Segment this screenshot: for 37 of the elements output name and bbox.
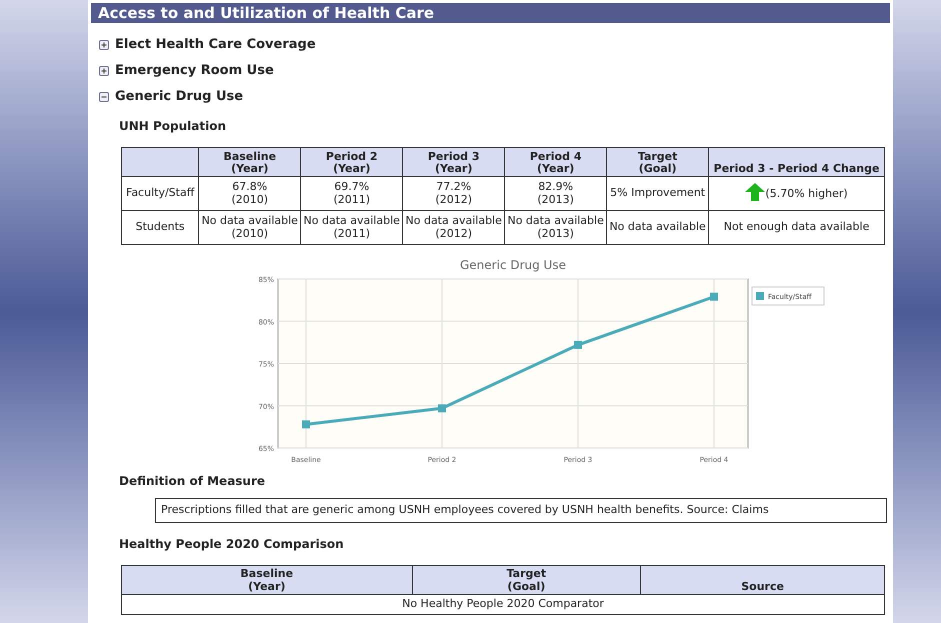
definition-text: Prescriptions filled that are generic among USNH employees covered by USNH health benefits. Source: Claims	[155, 498, 887, 522]
chart-title: Generic Drug Use	[460, 258, 566, 272]
table-cell: No Healthy People 2020 Comparator	[122, 594, 884, 614]
section-header: Access to and Utilization of Health Care	[91, 3, 890, 23]
expand-icon[interactable]	[99, 66, 109, 76]
section-heading: UNH Population	[119, 118, 228, 135]
row-header: Faculty/Staff	[122, 176, 199, 210]
column-header: Period 3 (Year)	[402, 148, 505, 176]
table-cell: 5% Improvement	[606, 176, 709, 210]
collapse-icon[interactable]	[99, 92, 109, 102]
column-header: Baseline (Year)	[198, 148, 301, 176]
column-header: Baseline (Year)	[122, 565, 412, 594]
table-cell: No data available (2010)	[198, 210, 301, 244]
table-cell: (5.70% higher)	[708, 176, 884, 210]
expand-icon[interactable]	[99, 40, 109, 50]
column-header: Period 4 (Year)	[504, 148, 607, 176]
accordion-item[interactable]: Generic Drug Use	[115, 87, 244, 107]
column-header: Target (Goal)	[412, 565, 641, 594]
section-heading: Healthy People 2020 Comparison	[119, 536, 345, 552]
table-cell: 67.8% (2010)	[198, 176, 301, 210]
column-header: Target (Goal)	[606, 148, 709, 176]
table-cell: No data available (2012)	[402, 210, 505, 244]
table-cell: No data available (2013)	[504, 210, 607, 244]
section-heading: Definition of Measure	[119, 473, 266, 490]
row-header: Students	[122, 210, 199, 244]
table-cell: No data available	[606, 210, 709, 244]
table-cell: 69.7% (2011)	[300, 176, 403, 210]
column-header: Period 3 - Period 4 Change	[708, 148, 884, 176]
accordion-item[interactable]: Emergency Room Use	[115, 61, 274, 81]
table-cell: 77.2% (2012)	[402, 176, 505, 210]
accordion-item[interactable]: Elect Health Care Coverage	[115, 35, 316, 55]
data-point	[710, 292, 718, 301]
column-header: Source	[640, 565, 884, 594]
table-cell: 82.9% (2013)	[504, 176, 607, 210]
table-cell: Not enough data available	[708, 210, 884, 244]
column-header: Period 2 (Year)	[300, 148, 403, 176]
table-cell: No data available (2011)	[300, 210, 403, 244]
